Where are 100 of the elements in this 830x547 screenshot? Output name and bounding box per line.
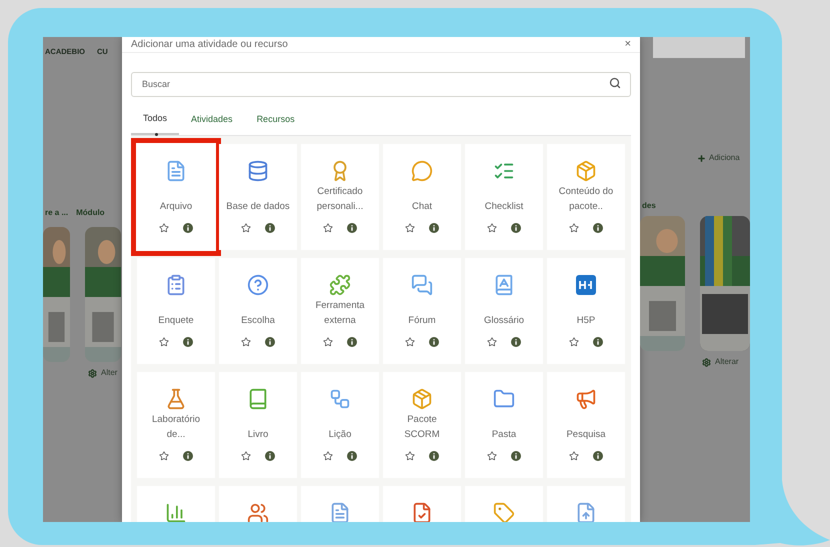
gear-icon[interactable] xyxy=(702,358,711,366)
tile-label: Pasta xyxy=(492,428,516,442)
upload-document-icon xyxy=(575,502,597,522)
info-icon[interactable] xyxy=(429,451,439,461)
course-title: des xyxy=(642,200,657,212)
favorite-star-icon[interactable] xyxy=(569,223,579,233)
puzzle-icon xyxy=(329,274,351,296)
activity-tile[interactable]: Base de dados xyxy=(219,144,297,250)
activity-tile[interactable]: Livro xyxy=(219,372,297,478)
info-icon[interactable] xyxy=(183,337,193,347)
tile-label: Enquete xyxy=(158,314,194,328)
tile-label: Base de dados xyxy=(226,200,290,214)
activity-tile[interactable]: Certificado personali... xyxy=(301,144,379,250)
activity-tile[interactable]: Pesquisa xyxy=(547,372,625,478)
favorite-star-icon[interactable] xyxy=(241,451,251,461)
favorite-star-icon[interactable] xyxy=(323,223,333,233)
favorite-star-icon[interactable] xyxy=(487,337,497,347)
favorite-star-icon[interactable] xyxy=(405,337,415,347)
tab[interactable]: Recursos xyxy=(244,112,307,135)
question-icon xyxy=(247,274,269,296)
activity-tile[interactable]: Checklist xyxy=(465,144,543,250)
tile-label: Checklist xyxy=(484,200,524,214)
favorite-star-icon[interactable] xyxy=(569,337,579,347)
search-field[interactable]: Buscar xyxy=(131,72,631,96)
favorite-star-icon[interactable] xyxy=(241,337,251,347)
info-icon[interactable] xyxy=(265,451,275,461)
info-icon[interactable] xyxy=(593,223,603,233)
activity-tile[interactable]: Pacote SCORM xyxy=(383,372,461,478)
highlighted-activity-tile[interactable]: Arquivo xyxy=(131,138,221,256)
info-icon[interactable] xyxy=(265,337,275,347)
favorite-star-icon[interactable] xyxy=(323,451,333,461)
plus-icon[interactable] xyxy=(697,154,706,162)
info-icon[interactable] xyxy=(347,337,357,347)
favorite-star-icon[interactable] xyxy=(159,337,169,347)
survey-icon xyxy=(165,274,187,296)
favorite-star-icon[interactable] xyxy=(241,223,251,233)
info-icon[interactable] xyxy=(429,223,439,233)
lab-icon xyxy=(165,388,187,410)
info-icon[interactable] xyxy=(347,451,357,461)
megaphone-icon xyxy=(575,388,597,410)
close-button[interactable]: × xyxy=(624,39,631,50)
tile-label: Conteúdo do pacote.. xyxy=(558,185,614,214)
gear-icon[interactable] xyxy=(88,368,97,378)
tile-label: Glossário xyxy=(484,314,524,328)
favorite-star-icon[interactable] xyxy=(405,451,415,461)
activity-tile[interactable]: Fórum xyxy=(383,258,461,364)
boxes-icon xyxy=(575,160,597,182)
activity-tile[interactable]: Glossário xyxy=(465,258,543,364)
activity-tile[interactable]: Lição xyxy=(301,372,379,478)
activity-tile[interactable]: Enquete xyxy=(137,258,215,364)
forum-icon xyxy=(411,274,433,296)
database-icon xyxy=(247,160,269,182)
course-title: re a ... xyxy=(45,207,68,219)
activity-tile[interactable]: Conteúdo do pacote.. xyxy=(547,144,625,250)
activity-tile[interactable]: H5P xyxy=(547,258,625,364)
activity-tile[interactable]: Pasta xyxy=(465,372,543,478)
checked-document-icon xyxy=(411,502,433,522)
favorite-star-icon[interactable] xyxy=(405,223,415,233)
flowchart-icon xyxy=(329,388,351,410)
favorite-star-icon[interactable] xyxy=(487,223,497,233)
tab[interactable]: Atividades xyxy=(179,112,245,135)
info-icon[interactable] xyxy=(511,451,521,461)
tile-label: Ferramenta externa xyxy=(314,299,366,328)
h5p-icon xyxy=(575,274,597,296)
glossary-icon xyxy=(493,274,515,296)
info-icon[interactable] xyxy=(511,337,521,347)
favorite-star-icon[interactable] xyxy=(323,337,333,347)
info-icon[interactable] xyxy=(511,223,521,233)
favorite-star-icon[interactable] xyxy=(159,223,169,233)
favorite-star-icon[interactable] xyxy=(569,451,579,461)
search-icon[interactable] xyxy=(609,77,621,89)
activity-tile[interactable]: Laboratório de... xyxy=(137,372,215,478)
activity-tile[interactable]: Escolha xyxy=(219,258,297,364)
dialog-title: Adicionar uma atividade ou recurso xyxy=(131,38,288,52)
tile-label: Certificado personali... xyxy=(316,185,364,214)
document-icon xyxy=(329,502,351,522)
activity-tile[interactable]: Ferramenta externa xyxy=(301,258,379,364)
chat-bubble-icon xyxy=(411,160,433,182)
tag-icon xyxy=(493,502,515,522)
edit-link[interactable]: Alterar xyxy=(715,356,739,368)
info-icon[interactable] xyxy=(593,337,603,347)
activity-tile[interactable]: Chat xyxy=(383,144,461,250)
tile-label: Fórum xyxy=(408,314,436,328)
info-icon[interactable] xyxy=(183,223,193,233)
tile-label: Pacote SCORM xyxy=(403,413,441,442)
edit-link[interactable]: Alter xyxy=(101,367,118,379)
course-title: Módulo xyxy=(76,207,105,219)
info-icon[interactable] xyxy=(593,451,603,461)
package-icon xyxy=(411,388,433,410)
tile-label: Arquivo xyxy=(160,200,192,214)
favorite-star-icon[interactable] xyxy=(487,451,497,461)
tile-label: H5P xyxy=(576,314,596,328)
tile-label: Escolha xyxy=(241,314,275,328)
add-link[interactable]: Adiciona xyxy=(709,152,740,164)
info-icon[interactable] xyxy=(183,451,193,461)
favorite-star-icon[interactable] xyxy=(159,451,169,461)
info-icon[interactable] xyxy=(265,223,275,233)
info-icon[interactable] xyxy=(347,223,357,233)
info-icon[interactable] xyxy=(429,337,439,347)
people-icon xyxy=(247,502,269,522)
